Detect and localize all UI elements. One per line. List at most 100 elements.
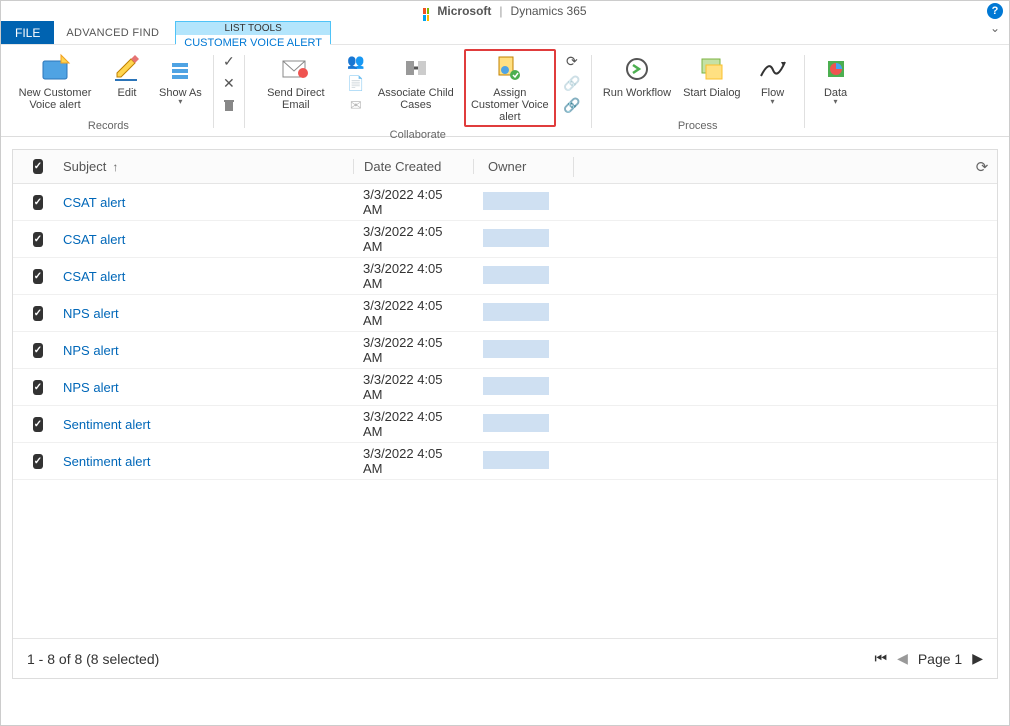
cell-subject: CSAT alert <box>53 195 353 210</box>
checkbox-icon: ✓ <box>33 195 43 210</box>
email-link-icon: ✉ <box>348 97 364 113</box>
deactivate-icon[interactable]: ✕ <box>221 75 237 91</box>
grid-footer: 1 - 8 of 8 (8 selected) ⏮ ◀ Page 1 ▶ <box>13 638 997 678</box>
row-checkbox[interactable]: ✓ <box>23 195 53 210</box>
show-as-button[interactable]: Show As <box>155 49 206 110</box>
cell-subject: NPS alert <box>53 343 353 358</box>
brand-name: Dynamics 365 <box>511 4 587 18</box>
cell-subject: Sentiment alert <box>53 417 353 432</box>
table-row[interactable]: ✓CSAT alert3/3/2022 4:05 AM <box>13 221 997 258</box>
cell-owner <box>473 414 573 435</box>
delete-icon[interactable] <box>221 97 237 113</box>
column-header-owner-label: Owner <box>488 159 526 174</box>
table-row[interactable]: ✓NPS alert3/3/2022 4:05 AM <box>13 369 997 406</box>
column-header-subject[interactable]: Subject ↑ <box>53 159 353 174</box>
subject-link[interactable]: NPS alert <box>63 380 119 395</box>
activate-icon[interactable]: ✓ <box>221 53 237 69</box>
ribbon: New Customer Voice alert Edit Show As Re… <box>1 45 1009 137</box>
row-checkbox[interactable]: ✓ <box>23 454 53 469</box>
run-workflow-button[interactable]: Run Workflow <box>599 49 675 103</box>
cell-owner <box>473 451 573 472</box>
checkbox-icon: ✓ <box>33 454 43 469</box>
cell-date: 3/3/2022 4:05 AM <box>353 335 473 365</box>
associate-child-label: Associate Child Cases <box>376 87 456 111</box>
new-customer-voice-alert-button[interactable]: New Customer Voice alert <box>11 49 99 115</box>
first-page-button[interactable]: ⏮ <box>874 650 887 667</box>
table-row[interactable]: ✓ CSAT alert 3/3/2022 4:05 AM <box>13 184 997 221</box>
share-icon[interactable]: 👥 <box>348 53 364 69</box>
subject-link[interactable]: Sentiment alert <box>63 454 150 469</box>
checkbox-icon: ✓ <box>33 269 43 284</box>
table-row[interactable]: ✓ NPS alert 3/3/2022 4:05 AM <box>13 295 997 332</box>
checkbox-icon: ✓ <box>33 380 43 395</box>
owner-placeholder <box>483 414 549 432</box>
subject-link[interactable]: CSAT alert <box>63 195 125 210</box>
cell-owner <box>473 377 573 398</box>
select-all-checkbox[interactable]: ✓ <box>23 159 53 174</box>
cell-date: 3/3/2022 4:05 AM <box>353 298 473 328</box>
subject-link[interactable]: Sentiment alert <box>63 417 150 432</box>
ribbon-divider <box>213 55 214 128</box>
edit-button[interactable]: Edit <box>103 49 151 103</box>
send-direct-email-label: Send Direct Email <box>256 87 336 111</box>
cell-owner <box>473 340 573 361</box>
ribbon-group-process: Run Workflow Start Dialog Flow Process <box>595 49 801 134</box>
row-checkbox[interactable]: ✓ <box>23 269 53 284</box>
start-dialog-label: Start Dialog <box>683 87 740 99</box>
expand-collapse-icon[interactable]: ⌄ <box>990 21 1000 35</box>
subject-link[interactable]: NPS alert <box>63 306 119 321</box>
refresh-button[interactable]: ⟳ <box>971 156 993 178</box>
refresh-links-icon[interactable]: ⟳ <box>564 53 580 69</box>
table-row[interactable]: ✓ Sentiment alert 3/3/2022 4:05 AM <box>13 443 997 480</box>
cell-date: 3/3/2022 4:05 AM <box>353 446 473 476</box>
next-page-button[interactable]: ▶ <box>972 650 983 667</box>
column-header-date-created[interactable]: Date Created <box>353 159 473 174</box>
subject-link[interactable]: NPS alert <box>63 343 119 358</box>
content-area: ✓ Subject ↑ Date Created Owner ⟳ ✓ CSAT a… <box>1 137 1009 679</box>
table-row[interactable]: ✓ Sentiment alert 3/3/2022 4:05 AM <box>13 406 997 443</box>
column-spacer <box>573 157 594 177</box>
add-connection-icon[interactable]: 🔗 <box>564 97 580 113</box>
show-as-icon <box>164 53 196 85</box>
ribbon-group-collaborate: Send Direct Email 👥 📄 ✉ Associate Child … <box>248 49 588 134</box>
email-icon <box>280 53 312 85</box>
copy-link-icon[interactable]: 📄 <box>348 75 364 91</box>
assign-icon <box>494 53 526 85</box>
tab-file[interactable]: FILE <box>1 21 54 44</box>
records-grid: ✓ Subject ↑ Date Created Owner ⟳ ✓ CSAT a… <box>12 149 998 679</box>
column-header-owner[interactable]: Owner <box>473 159 573 174</box>
cell-date: 3/3/2022 4:05 AM <box>353 409 473 439</box>
flow-button[interactable]: Flow <box>749 49 797 110</box>
workflow-icon <box>621 53 653 85</box>
prev-page-button[interactable]: ◀ <box>897 650 908 667</box>
checkbox-icon: ✓ <box>33 159 43 174</box>
checkbox-icon: ✓ <box>33 417 43 432</box>
table-row[interactable]: ✓ NPS alert 3/3/2022 4:05 AM <box>13 332 997 369</box>
connect-icon: 🔗 <box>564 75 580 91</box>
assign-customer-voice-alert-button[interactable]: Assign Customer Voice alert <box>464 49 556 127</box>
help-icon[interactable]: ? <box>987 3 1003 19</box>
owner-placeholder <box>483 303 549 321</box>
data-button[interactable]: Data <box>812 49 860 110</box>
row-checkbox[interactable]: ✓ <box>23 232 53 247</box>
subject-link[interactable]: CSAT alert <box>63 269 125 284</box>
ribbon-divider <box>591 55 592 128</box>
cell-date: 3/3/2022 4:05 AM <box>353 187 473 217</box>
associate-child-cases-button[interactable]: Associate Child Cases <box>372 49 460 115</box>
tab-advanced-find[interactable]: ADVANCED FIND <box>54 21 171 44</box>
owner-placeholder <box>483 229 549 247</box>
start-dialog-button[interactable]: Start Dialog <box>679 49 744 103</box>
row-checkbox[interactable]: ✓ <box>23 417 53 432</box>
ribbon-group-data-label <box>812 118 860 134</box>
send-direct-email-button[interactable]: Send Direct Email <box>252 49 340 115</box>
row-checkbox[interactable]: ✓ <box>23 306 53 321</box>
ribbon-group-process-label: Process <box>599 118 797 134</box>
row-checkbox[interactable]: ✓ <box>23 343 53 358</box>
ribbon-divider <box>244 55 245 128</box>
data-label: Data <box>824 87 847 99</box>
cell-owner <box>473 229 573 250</box>
subject-link[interactable]: CSAT alert <box>63 232 125 247</box>
row-checkbox[interactable]: ✓ <box>23 380 53 395</box>
table-row[interactable]: ✓CSAT alert3/3/2022 4:05 AM <box>13 258 997 295</box>
checkbox-icon: ✓ <box>33 232 43 247</box>
